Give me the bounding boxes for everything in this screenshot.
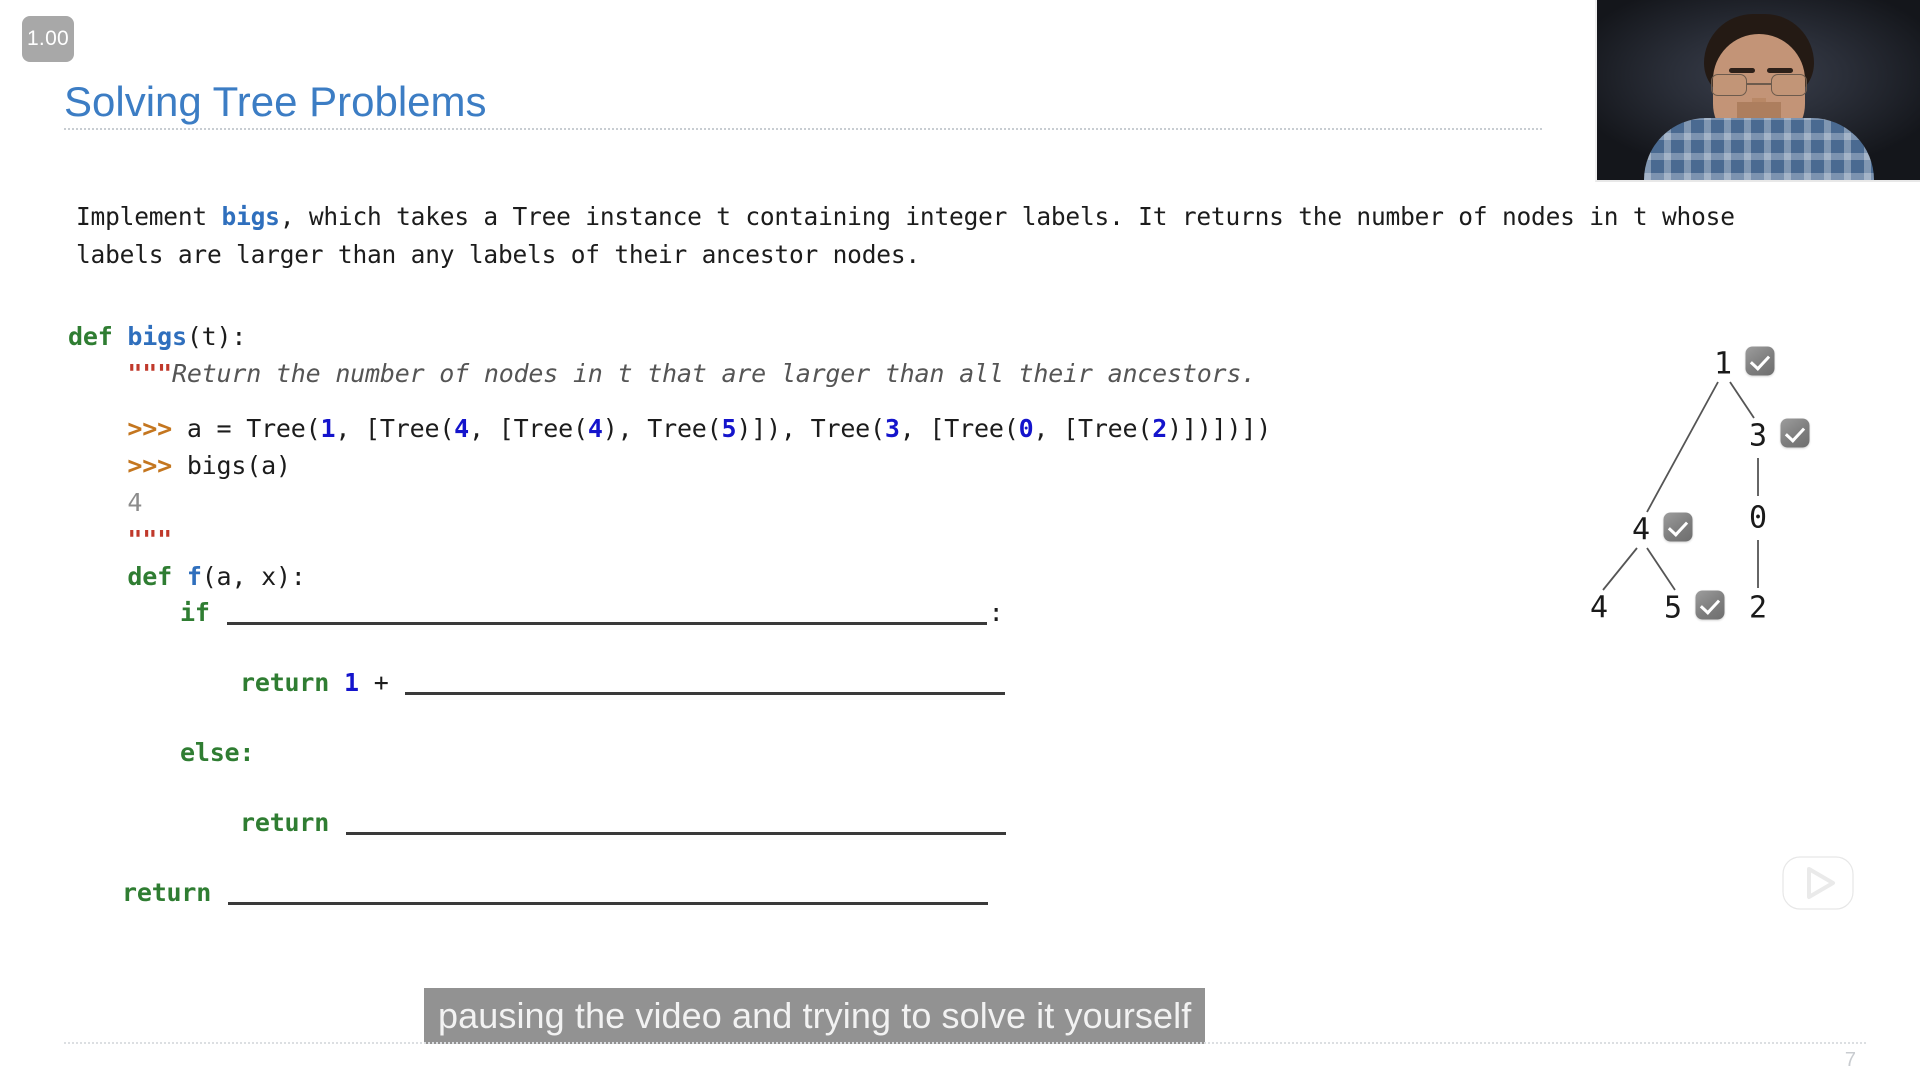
tree-label-literal: 5 bbox=[721, 414, 737, 443]
keyword-def-inner: def bbox=[127, 562, 172, 591]
check-icon bbox=[1663, 512, 1693, 542]
blank-return-recursive[interactable] bbox=[405, 669, 1006, 695]
literal-one: 1 bbox=[343, 668, 359, 697]
check-icon bbox=[1780, 418, 1810, 448]
webcam-overlay[interactable] bbox=[1595, 0, 1920, 182]
function-params: (t): bbox=[186, 322, 247, 351]
doctest-text: )])])]) bbox=[1167, 414, 1272, 443]
speaker-brow-right bbox=[1767, 68, 1793, 73]
video-caption: pausing the video and trying to solve it… bbox=[424, 988, 1206, 1044]
tree-node-label: 2 bbox=[1748, 590, 1768, 626]
keyword-return-2: return bbox=[240, 808, 330, 837]
plus-operator: + bbox=[373, 668, 389, 697]
code-line-def-f: def f(a, x): bbox=[68, 558, 1271, 595]
doctest-expr-1: a = Tree(1, [Tree(4, [Tree(4), Tree(5)])… bbox=[187, 414, 1271, 443]
tree-node-label: 4 bbox=[1631, 512, 1651, 548]
code-line-return-one-plus: return 1 + bbox=[240, 668, 1007, 697]
problem-statement-function-name: bigs bbox=[221, 202, 280, 231]
code-line-doctest-output: 4 bbox=[68, 484, 1271, 521]
function-name-f: f bbox=[186, 562, 202, 591]
glasses-bridge bbox=[1746, 83, 1771, 85]
speaker-brow-left bbox=[1729, 68, 1755, 73]
tree-node-label: 4 bbox=[1589, 590, 1609, 626]
if-colon: : bbox=[988, 598, 1004, 627]
docstring-quote-close: """ bbox=[127, 525, 172, 554]
tree-label-literal: 1 bbox=[320, 414, 336, 443]
function-name-bigs: bigs bbox=[127, 322, 187, 351]
problem-statement-prefix: Implement bbox=[76, 202, 222, 231]
keyword-else: else: bbox=[180, 738, 255, 767]
keyword-if: if bbox=[180, 598, 210, 627]
code-line-return-outer: return bbox=[122, 878, 990, 907]
tree-edge bbox=[1602, 547, 1638, 591]
problem-statement: Implement bigs, which takes a Tree insta… bbox=[76, 198, 1776, 274]
tree-label-literal: 4 bbox=[454, 414, 470, 443]
speaker-plaid-shirt bbox=[1643, 118, 1874, 180]
docstring-quote-open: """ bbox=[127, 359, 172, 388]
doctest-text: a = Tree( bbox=[186, 414, 321, 443]
tree-label-literal: 0 bbox=[1018, 414, 1034, 443]
code-line-if: if : bbox=[180, 598, 1004, 627]
code-line-doctest-1: >>> a = Tree(1, [Tree(4, [Tree(4), Tree(… bbox=[68, 410, 1271, 447]
keyword-return-3: return bbox=[122, 878, 212, 907]
playback-rate-badge[interactable]: 1.00 bbox=[22, 16, 74, 62]
doctest-prompt-2: >>> bbox=[127, 451, 172, 480]
title-divider bbox=[64, 128, 1542, 130]
speaker-glasses bbox=[1710, 74, 1807, 98]
tree-edge bbox=[1729, 381, 1755, 419]
keyword-def: def bbox=[68, 322, 113, 351]
play-on-tv-glyph bbox=[1782, 845, 1854, 910]
glasses-lens-left bbox=[1710, 74, 1747, 96]
docstring-text: Return the number of nodes in t that are… bbox=[171, 359, 1257, 388]
footer-divider bbox=[64, 1042, 1866, 1044]
check-icon bbox=[1745, 346, 1775, 376]
blank-return-outer[interactable] bbox=[227, 879, 988, 905]
tree-node-label: 0 bbox=[1748, 500, 1768, 536]
code-line-def-bigs: def bigs(t): bbox=[68, 318, 1271, 355]
function-params-f: (a, x): bbox=[201, 562, 306, 591]
tree-edge bbox=[1646, 381, 1719, 513]
doctest-text: , [Tree( bbox=[899, 414, 1019, 443]
keyword-return-1: return bbox=[240, 668, 330, 697]
code-block: def bigs(t): """Return the number of nod… bbox=[68, 318, 1271, 595]
doctest-output: 4 bbox=[127, 488, 143, 517]
doctest-expr-2: bigs(a) bbox=[186, 451, 291, 480]
code-line-doctest-2: >>> bigs(a) bbox=[68, 447, 1271, 484]
tree-label-literal: 4 bbox=[587, 414, 603, 443]
tree-node-label: 1 bbox=[1713, 346, 1733, 382]
tree-node-label: 5 bbox=[1663, 590, 1683, 626]
glasses-lens-right bbox=[1770, 74, 1807, 96]
tree-edge bbox=[1646, 547, 1676, 591]
blank-if-condition[interactable] bbox=[226, 599, 987, 625]
code-line-docstring-close: """ bbox=[68, 521, 1271, 558]
doctest-text: , [Tree( bbox=[469, 414, 588, 443]
problem-statement-body: , which takes a Tree instance t containi… bbox=[76, 202, 1735, 269]
tree-diagram: 13 4 0 4 5 2 bbox=[1555, 340, 1875, 650]
slide-canvas: 1.00 Solving Tree Problems Implement big… bbox=[0, 0, 1920, 1080]
tree-node-label: 3 bbox=[1748, 418, 1768, 454]
blank-return-else[interactable] bbox=[345, 809, 1006, 835]
code-spacer-1 bbox=[68, 392, 1271, 410]
code-line-docstring-open: """Return the number of nodes in t that … bbox=[68, 355, 1271, 392]
page-number: 7 bbox=[1844, 1049, 1856, 1071]
doctest-text: , [Tree( bbox=[335, 414, 455, 443]
code-line-return-else: return bbox=[240, 808, 1008, 837]
doctest-prompt-1: >>> bbox=[127, 414, 172, 443]
tree-label-literal: 2 bbox=[1152, 414, 1168, 443]
tree-label-literal: 3 bbox=[884, 414, 900, 443]
page-title: Solving Tree Problems bbox=[64, 78, 487, 125]
code-line-else: else: bbox=[180, 738, 254, 767]
doctest-text: ), Tree( bbox=[602, 414, 722, 443]
check-icon bbox=[1695, 590, 1725, 620]
play-on-tv-icon[interactable] bbox=[1775, 845, 1861, 917]
doctest-text: )]), Tree( bbox=[736, 414, 885, 443]
doctest-text: , [Tree( bbox=[1033, 414, 1153, 443]
